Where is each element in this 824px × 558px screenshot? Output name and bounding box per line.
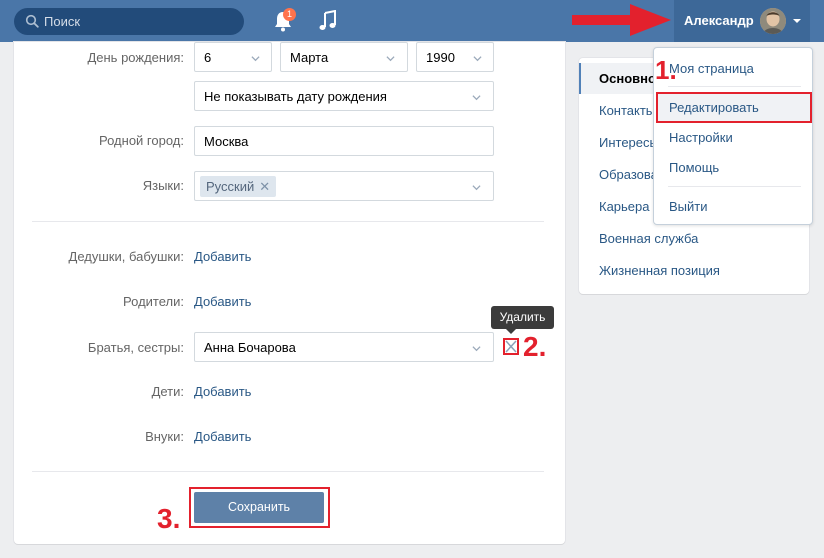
delete-sibling-button[interactable] xyxy=(503,338,519,355)
save-button[interactable]: Сохранить xyxy=(194,492,324,523)
step-2-label: 2. xyxy=(523,331,547,362)
chevron-down-icon xyxy=(251,56,260,62)
dropdown-logout[interactable]: Выйти xyxy=(669,199,708,214)
dropdown-my-page[interactable]: Моя страница xyxy=(669,61,754,76)
language-tag: Русский ✕ xyxy=(200,176,277,197)
grandparents-label: Дедушки, бабушки: xyxy=(68,249,184,264)
active-item-indicator xyxy=(579,63,581,94)
side-item-interests[interactable]: Интересы xyxy=(599,135,659,150)
hometown-input[interactable]: Москва xyxy=(194,126,494,156)
grandchildren-label: Внуки: xyxy=(145,429,184,444)
chevron-down-icon xyxy=(472,95,481,101)
birthday-month-select[interactable]: Марта xyxy=(280,42,408,72)
section-divider xyxy=(32,221,544,222)
chevron-down-icon xyxy=(473,56,482,62)
add-parents-link[interactable]: Добавить xyxy=(194,294,251,309)
step-3-label: 3. xyxy=(157,503,181,534)
languages-label: Языки: xyxy=(142,178,184,193)
languages-select[interactable]: Русский ✕ xyxy=(194,171,494,201)
add-children-link[interactable]: Добавить xyxy=(194,384,251,399)
dropdown-divider xyxy=(668,86,801,87)
dropdown-help[interactable]: Помощь xyxy=(669,160,719,175)
chevron-down-icon xyxy=(386,56,395,62)
avatar xyxy=(760,8,786,34)
chevron-down-icon xyxy=(793,19,801,23)
profile-edit-card xyxy=(14,42,565,544)
top-header: Поиск 1 Александр xyxy=(0,0,824,42)
dropdown-divider xyxy=(668,186,801,187)
birthday-label: День рождения: xyxy=(87,50,184,65)
chevron-down-icon xyxy=(472,185,481,191)
dropdown-settings[interactable]: Настройки xyxy=(669,130,733,145)
side-item-contacts[interactable]: Контакты xyxy=(599,103,655,118)
chevron-down-icon xyxy=(472,346,481,352)
children-label: Дети: xyxy=(151,384,184,399)
notification-count-badge: 1 xyxy=(283,8,296,21)
annotation-arrow-icon xyxy=(572,4,671,36)
section-divider xyxy=(32,471,544,472)
step-1-label: 1. xyxy=(655,55,677,85)
birthday-visibility-select[interactable]: Не показывать дату рождения xyxy=(194,81,494,111)
search-input[interactable]: Поиск xyxy=(14,8,244,35)
music-icon[interactable] xyxy=(318,10,338,32)
siblings-label: Братья, сестры: xyxy=(87,340,184,355)
add-grandchildren-link[interactable]: Добавить xyxy=(194,429,251,444)
user-name: Александр xyxy=(684,13,754,28)
parents-label: Родители: xyxy=(123,294,184,309)
dropdown-edit[interactable]: Редактировать xyxy=(669,100,759,115)
remove-tag-icon[interactable]: ✕ xyxy=(259,179,270,195)
search-icon xyxy=(25,14,39,28)
birthday-year-select[interactable]: 1990 xyxy=(416,42,494,72)
sibling-select[interactable]: Анна Бочарова xyxy=(194,332,494,362)
birthday-day-select[interactable]: 6 xyxy=(194,42,272,72)
hometown-label: Родной город: xyxy=(99,133,184,148)
close-icon xyxy=(505,340,517,353)
add-grandparents-link[interactable]: Добавить xyxy=(194,249,251,264)
search-placeholder: Поиск xyxy=(44,14,81,29)
user-menu-button[interactable]: Александр xyxy=(674,0,810,42)
side-item-career[interactable]: Карьера xyxy=(599,199,650,214)
user-dropdown-menu: Моя страница Редактировать Настройки Пом… xyxy=(653,47,813,225)
delete-tooltip: Удалить xyxy=(491,306,554,334)
side-item-military[interactable]: Военная служба xyxy=(599,231,698,246)
side-item-life-position[interactable]: Жизненная позиция xyxy=(599,263,720,278)
